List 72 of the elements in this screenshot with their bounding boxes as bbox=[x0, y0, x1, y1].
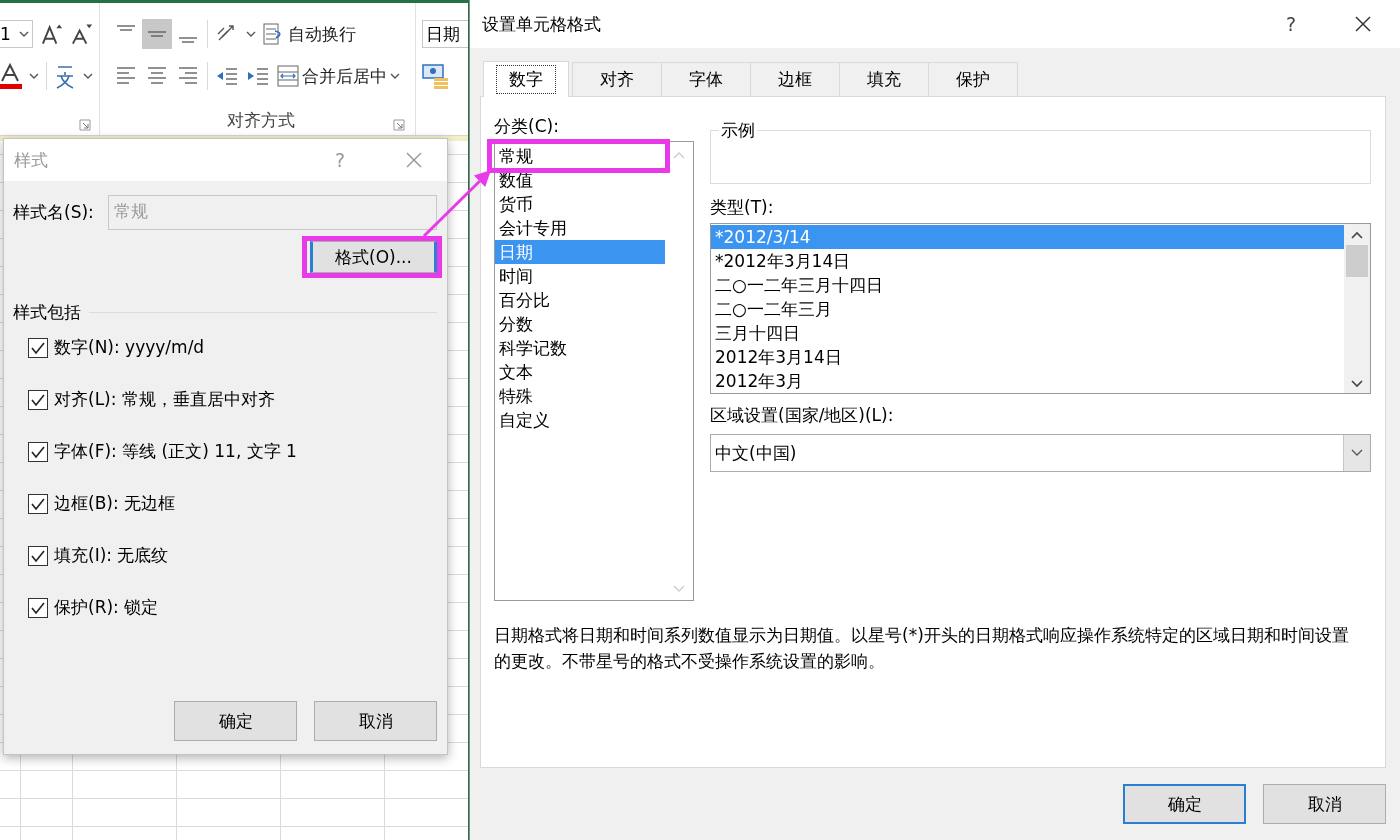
checkbox[interactable] bbox=[28, 493, 48, 514]
phonetic-guide-icon[interactable] bbox=[54, 63, 76, 89]
ok-button[interactable]: 确定 bbox=[174, 701, 297, 741]
checkbox[interactable] bbox=[28, 441, 48, 462]
checkbox[interactable] bbox=[28, 337, 48, 358]
scroll-down-icon[interactable] bbox=[1350, 379, 1364, 389]
shrink-font-icon[interactable] bbox=[69, 22, 93, 46]
checkbox[interactable] bbox=[28, 389, 48, 410]
cancel-button[interactable]: 取消 bbox=[1263, 784, 1386, 824]
caret-icon bbox=[390, 72, 400, 80]
tab[interactable]: 保护 bbox=[928, 62, 1018, 96]
list-item[interactable]: 文本 bbox=[495, 360, 665, 384]
option-label: 填充(I): 无底纹 bbox=[54, 544, 169, 567]
list-item[interactable]: 2012年3月14日 bbox=[711, 345, 1344, 369]
merge-cells-icon bbox=[277, 64, 299, 88]
conditional-format-icon[interactable] bbox=[422, 63, 450, 89]
section-label: 样式包括 bbox=[13, 301, 81, 324]
list-item[interactable]: 二○一二年三月 bbox=[711, 297, 1344, 321]
font-size-field[interactable]: 1 bbox=[0, 20, 33, 48]
list-item[interactable]: 科学记数 bbox=[495, 336, 665, 360]
dialog-title: 样式 bbox=[14, 148, 49, 172]
sample-label: 示例 bbox=[720, 119, 756, 142]
list-item[interactable]: *2012年3月14日 bbox=[711, 249, 1344, 273]
dialog-launcher-icon[interactable] bbox=[393, 119, 405, 131]
close-icon[interactable] bbox=[1354, 15, 1372, 33]
locale-dropdown[interactable]: 中文(中国) bbox=[710, 434, 1371, 472]
scroll-thumb[interactable] bbox=[1346, 245, 1368, 277]
option-label: 字体(F): 等线 (正文) 11, 文字 1 bbox=[54, 440, 297, 463]
caret-icon[interactable] bbox=[83, 72, 93, 80]
field-label: 类型(T): bbox=[710, 196, 775, 219]
list-item[interactable]: 分数 bbox=[495, 312, 665, 336]
wrap-text-button[interactable]: 自动换行 bbox=[263, 20, 356, 48]
dialog-title: 设置单元格格式 bbox=[482, 12, 602, 36]
list-item[interactable]: 货币 bbox=[495, 192, 665, 216]
tab[interactable]: 数字 bbox=[483, 61, 569, 97]
cancel-button[interactable]: 取消 bbox=[314, 701, 437, 741]
option-label: 边框(B): 无边框 bbox=[54, 492, 176, 515]
font-color-icon[interactable] bbox=[0, 63, 22, 89]
list-item[interactable]: 百分比 bbox=[495, 288, 665, 312]
caret-icon[interactable] bbox=[29, 72, 39, 80]
list-item[interactable]: 自定义 bbox=[495, 408, 665, 432]
grow-font-icon[interactable] bbox=[39, 22, 63, 46]
caret-icon[interactable] bbox=[18, 30, 29, 38]
number-format-field[interactable]: 日期 bbox=[422, 20, 468, 48]
list-item[interactable]: 会计专用 bbox=[495, 216, 665, 240]
caret-icon[interactable] bbox=[246, 30, 256, 38]
merge-center-button[interactable]: 合并后居中 bbox=[277, 62, 400, 90]
list-item[interactable]: 二○一二年三月十四日 bbox=[711, 273, 1344, 297]
ok-button[interactable]: 确定 bbox=[1123, 784, 1246, 824]
group-label: 对齐方式 bbox=[226, 108, 295, 132]
field-label: 分类(C): bbox=[494, 115, 560, 138]
list-item[interactable]: 2012年3月 bbox=[711, 369, 1344, 393]
tab[interactable]: 对齐 bbox=[572, 62, 662, 96]
description-text: 日期格式将日期和时间系列数值显示为日期值。以星号(*)开头的日期格式响应操作系统特定的区域日期和时间设置的更改。不带星号的格式不受操作系统设置的影响。 bbox=[494, 624, 1350, 673]
field-label: 区域设置(国家/地区)(L): bbox=[710, 404, 895, 427]
dialog-launcher-icon[interactable] bbox=[79, 119, 91, 131]
chevron-down-icon[interactable] bbox=[1351, 449, 1363, 457]
list-item[interactable]: 三月十四日 bbox=[711, 321, 1344, 345]
list-item[interactable]: 数值 bbox=[495, 168, 665, 192]
checkbox[interactable] bbox=[28, 597, 48, 618]
scroll-up-icon[interactable] bbox=[1350, 230, 1364, 240]
option-label: 对齐(L): 常规，垂直居中对齐 bbox=[54, 388, 275, 411]
help-button[interactable]: ? bbox=[1286, 13, 1304, 35]
list-item[interactable]: 特殊 bbox=[495, 384, 665, 408]
option-label: 保护(R): 锁定 bbox=[54, 596, 159, 619]
format-button[interactable]: 格式(O)... bbox=[310, 241, 437, 273]
field-label: 样式名(S): bbox=[13, 201, 94, 224]
pointer-arrow bbox=[422, 170, 491, 238]
list-item[interactable]: 常规 bbox=[495, 144, 665, 168]
option-label: 数字(N): yyyy/m/d bbox=[54, 336, 205, 359]
list-item[interactable]: 时间 bbox=[495, 264, 665, 288]
checkbox[interactable] bbox=[28, 545, 48, 566]
